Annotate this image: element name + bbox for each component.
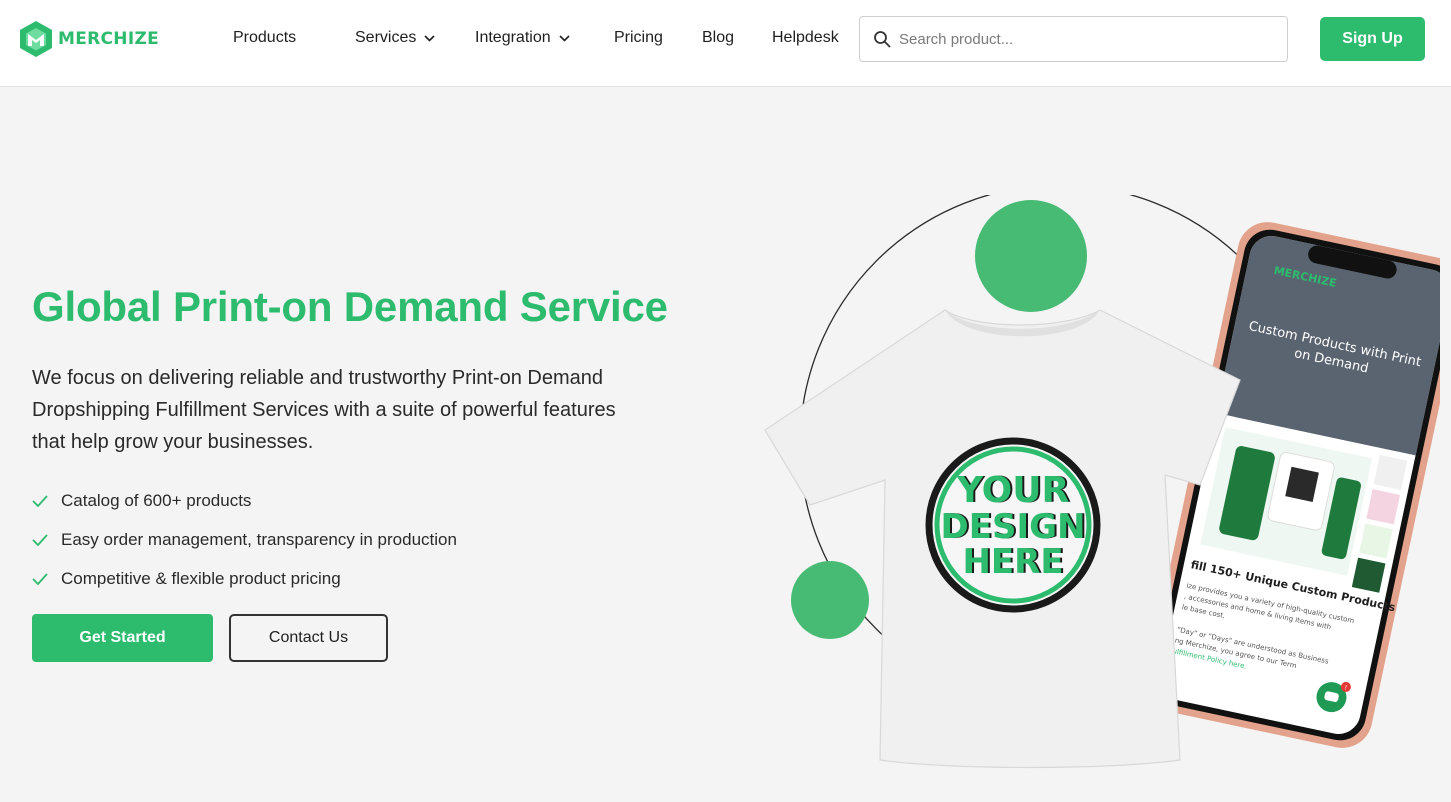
contact-us-button[interactable]: Contact Us	[229, 614, 388, 662]
shirt-text-line1-fill: YOUR	[956, 470, 1069, 511]
feature-text: Easy order management, transparency in p…	[61, 529, 457, 549]
nav-integration-label: Integration	[475, 29, 551, 46]
hero-description: We focus on delivering reliable and trus…	[32, 367, 616, 453]
nav-blog-label: Blog	[702, 29, 735, 46]
nav-pricing-label: Pricing	[614, 29, 663, 46]
decor-circle-left	[791, 561, 869, 639]
nav-blog[interactable]: Blog	[702, 29, 734, 47]
feature-text: Catalog of 600+ products	[61, 490, 252, 510]
feature-list: Catalog of 600+ products Easy order mana…	[32, 481, 457, 598]
feature-item: Competitive & flexible product pricing	[32, 559, 457, 598]
shirt-text-line3-fill: HERE	[962, 542, 1063, 582]
nav-services-label: Services	[355, 29, 417, 46]
site-header: MERCHIZE Products Services Integration P…	[0, 0, 1451, 87]
feature-item: Easy order management, transparency in p…	[32, 520, 457, 559]
hero-illustration: MERCHIZE Custom Products with Print on D…	[764, 195, 1440, 769]
hero-title: Global Print-on Demand Service	[32, 283, 668, 330]
nav-helpdesk-label: Helpdesk	[772, 29, 839, 46]
nav-products-label: Products	[233, 29, 297, 46]
feature-text: Competitive & flexible product pricing	[61, 568, 341, 588]
tshirt-mockup: YOUR YOUR DESIGN DESIGN HERE HERE	[764, 309, 1241, 769]
decor-circle-top	[975, 200, 1087, 312]
get-started-button[interactable]: Get Started	[32, 614, 213, 662]
nav-products[interactable]: Products	[233, 29, 296, 47]
brand-logo[interactable]: MERCHIZE	[16, 19, 159, 59]
feature-item: Catalog of 600+ products	[32, 481, 457, 520]
search-input[interactable]	[899, 30, 1259, 48]
checkmark-icon	[32, 572, 52, 585]
search-icon[interactable]	[873, 30, 891, 48]
chevron-down-icon	[424, 29, 435, 47]
checkmark-icon	[32, 494, 52, 507]
nav-helpdesk[interactable]: Helpdesk	[772, 29, 839, 47]
search-box[interactable]	[859, 16, 1288, 62]
shirt-text-line2-fill: DESIGN	[941, 507, 1086, 547]
nav-services[interactable]: Services	[355, 29, 435, 47]
nav-pricing[interactable]: Pricing	[614, 29, 663, 47]
brand-name: MERCHIZE	[58, 29, 159, 49]
checkmark-icon	[32, 533, 52, 546]
signup-button[interactable]: Sign Up	[1320, 17, 1425, 61]
chevron-down-icon	[559, 29, 570, 47]
phone-mockup: MERCHIZE Custom Products with Print on D…	[1146, 222, 1440, 748]
merchize-logo-icon	[20, 21, 52, 57]
nav-integration[interactable]: Integration	[475, 29, 570, 47]
